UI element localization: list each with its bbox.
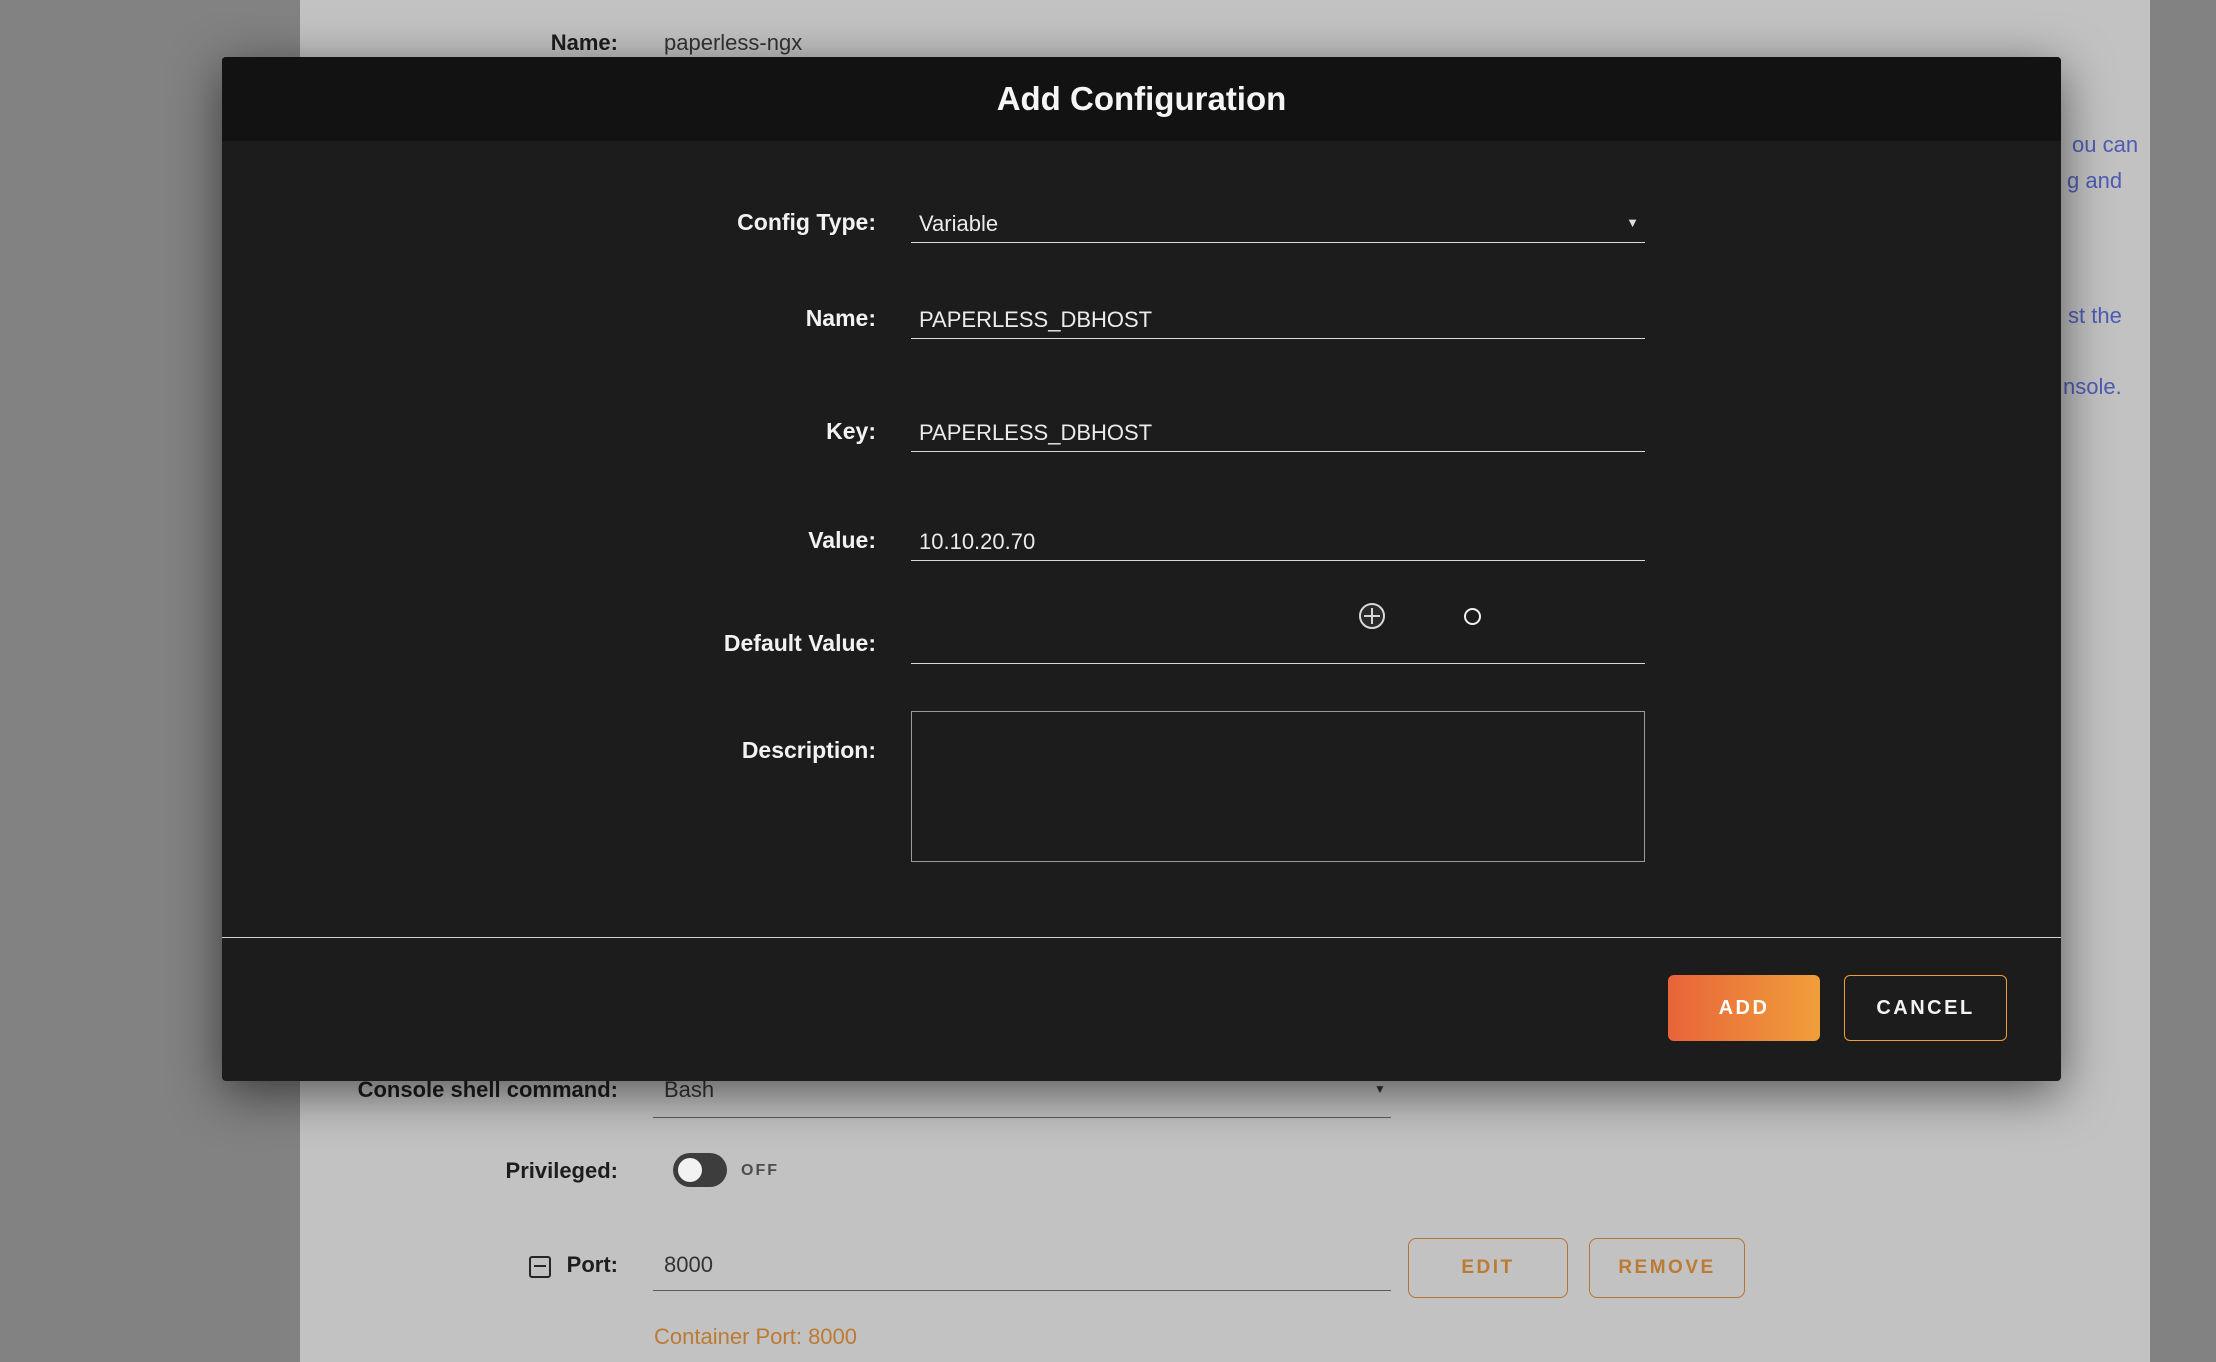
privileged-toggle[interactable] [673, 1153, 727, 1187]
key-label: Key: [222, 418, 876, 445]
modal-header: Add Configuration [222, 57, 2061, 141]
config-type-select[interactable]: Variable ▼ [911, 203, 1645, 243]
name-input[interactable]: PAPERLESS_DBHOST [911, 299, 1645, 339]
chevron-down-icon: ▼ [1374, 1082, 1386, 1096]
cursor-crosshair-icon [1359, 603, 1385, 629]
name-field-label: Name: [0, 30, 618, 56]
value-value: 10.10.20.70 [919, 529, 1035, 555]
port-underline [653, 1290, 1391, 1291]
port-label: Port: [0, 1252, 618, 1278]
port-input[interactable]: 8000 [664, 1252, 713, 1278]
add-button[interactable]: ADD [1668, 975, 1820, 1041]
container-port-text: Container Port: 8000 [654, 1324, 857, 1350]
value-input[interactable]: 10.10.20.70 [911, 521, 1645, 561]
config-type-value: Variable [919, 211, 998, 237]
screen: Name: paperless-ngx ou can g and st the … [0, 0, 2216, 1362]
description-label: Description: [222, 737, 876, 764]
cancel-button[interactable]: CANCEL [1844, 975, 2007, 1041]
config-type-label: Config Type: [222, 209, 876, 236]
toggle-knob-icon [678, 1158, 702, 1182]
console-shell-underline [653, 1117, 1391, 1118]
remove-button[interactable]: REMOVE [1589, 1238, 1745, 1298]
help-text-fragment: st the [2068, 303, 2122, 329]
help-text-fragment: g and [2067, 168, 2122, 194]
add-configuration-modal: Add Configuration Config Type: Variable … [222, 57, 2061, 1081]
privileged-state-text: OFF [741, 1162, 779, 1180]
default-value-label: Default Value: [222, 630, 876, 657]
help-text-fragment: nsole. [2063, 374, 2122, 400]
privileged-label: Privileged: [0, 1158, 618, 1184]
cursor-dot-icon [1464, 608, 1481, 625]
name-label: Name: [222, 305, 876, 332]
modal-footer-divider [222, 937, 2061, 938]
name-value: PAPERLESS_DBHOST [919, 307, 1152, 333]
chevron-down-icon: ▼ [1626, 215, 1639, 230]
modal-title: Add Configuration [222, 57, 2061, 141]
edit-button[interactable]: EDIT [1408, 1238, 1568, 1298]
default-value-input[interactable] [911, 624, 1645, 664]
key-input[interactable]: PAPERLESS_DBHOST [911, 412, 1645, 452]
description-textarea[interactable] [911, 711, 1645, 862]
key-value: PAPERLESS_DBHOST [919, 420, 1152, 446]
help-text-fragment: ou can [2072, 132, 2138, 158]
name-field-value: paperless-ngx [664, 30, 802, 56]
value-label: Value: [222, 527, 876, 554]
